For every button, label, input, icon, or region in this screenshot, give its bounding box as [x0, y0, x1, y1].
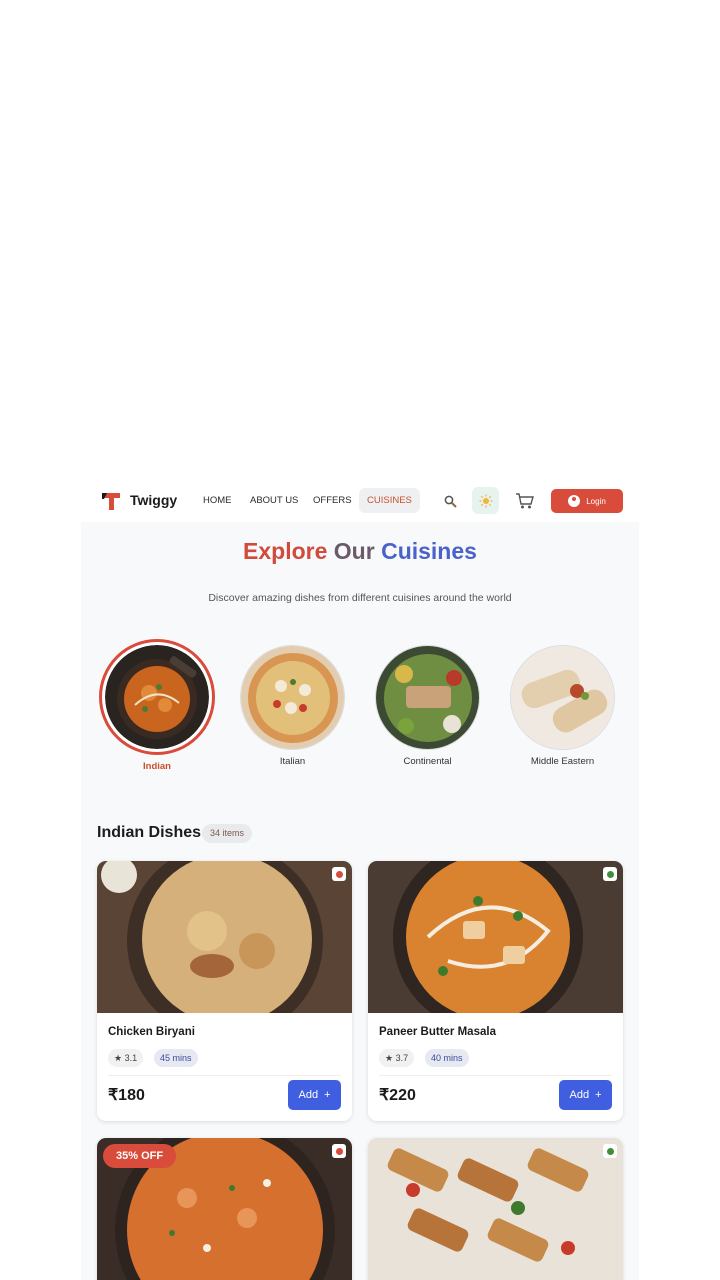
- dish-image: 35% OFF: [97, 1138, 352, 1280]
- dish-image: [97, 861, 352, 1013]
- cuisine-label: Indian: [143, 761, 171, 772]
- delivery-time-badge: 40 mins: [425, 1049, 469, 1067]
- offer-badge: 35% OFF: [103, 1144, 177, 1168]
- cart-icon[interactable]: [514, 490, 536, 512]
- add-label: Add: [298, 1089, 319, 1101]
- brand-logo-icon[interactable]: [100, 490, 122, 512]
- search-icon[interactable]: [441, 492, 459, 510]
- dish-price: ₹180: [108, 1087, 145, 1104]
- nav-link-about-us[interactable]: ABOUT US: [242, 488, 306, 513]
- dish-image: [368, 861, 623, 1013]
- cuisine-middle-eastern[interactable]: Middle Eastern: [510, 645, 615, 767]
- plus-icon: +: [324, 1089, 331, 1101]
- cuisine-indian-image: [99, 639, 215, 755]
- veg-indicator-icon: [603, 867, 617, 881]
- login-button[interactable]: Login: [551, 489, 623, 513]
- top-navbar: Twiggy HOME ABOUT US OFFERS CUISINES Log…: [81, 480, 639, 522]
- app-frame: Twiggy HOME ABOUT US OFFERS CUISINES Log…: [81, 480, 639, 1280]
- rating-badge: ★ 3.1: [108, 1049, 144, 1067]
- title-word-explore: Explore: [243, 538, 328, 564]
- cuisine-continental[interactable]: Continental: [375, 645, 480, 767]
- page-subtitle: Discover amazing dishes from different c…: [208, 592, 512, 604]
- dish-card[interactable]: 35% OFF: [97, 1138, 352, 1280]
- page-title: Explore Our Cuisines: [81, 538, 639, 565]
- rating-badge: ★ 3.7: [379, 1049, 415, 1067]
- dish-image: [368, 1138, 623, 1280]
- delivery-time-badge: 45 mins: [154, 1049, 198, 1067]
- section-title: Indian Dishes: [97, 824, 202, 841]
- rating-value: 3.1: [124, 1053, 138, 1063]
- dish-card[interactable]: Chicken Biryani ★ 3.1 45 mins ₹180 Add +: [97, 861, 352, 1121]
- nav-link-offers[interactable]: OFFERS: [305, 488, 360, 513]
- dish-card[interactable]: [368, 1138, 623, 1280]
- brand-name[interactable]: Twiggy: [130, 492, 177, 508]
- dish-name: Chicken Biryani: [108, 1026, 195, 1038]
- login-label: Login: [586, 496, 606, 506]
- dish-price: ₹220: [379, 1087, 416, 1104]
- cuisine-italian-image: [240, 645, 345, 750]
- title-word-cuisines: Cuisines: [381, 538, 477, 564]
- sun-icon[interactable]: [472, 487, 499, 514]
- add-to-cart-button[interactable]: Add +: [559, 1080, 612, 1110]
- dish-card[interactable]: Paneer Butter Masala ★ 3.7 40 mins ₹220 …: [368, 861, 623, 1121]
- dish-name: Paneer Butter Masala: [379, 1026, 496, 1038]
- nav-link-cuisines[interactable]: CUISINES: [359, 488, 420, 513]
- add-label: Add: [569, 1089, 590, 1101]
- non-veg-indicator-icon: [332, 1144, 346, 1158]
- cuisine-label: Continental: [403, 756, 452, 767]
- cuisine-indian[interactable]: Indian: [99, 639, 215, 772]
- non-veg-indicator-icon: [332, 867, 346, 881]
- plus-icon: +: [595, 1089, 602, 1101]
- cuisine-middle-eastern-image: [510, 645, 615, 750]
- user-icon: [568, 495, 581, 507]
- cuisine-label: Italian: [279, 756, 306, 767]
- title-word-our: Our: [333, 538, 375, 564]
- rating-value: 3.7: [395, 1053, 409, 1063]
- add-to-cart-button[interactable]: Add +: [288, 1080, 341, 1110]
- cuisine-italian[interactable]: Italian: [240, 645, 345, 767]
- nav-link-home[interactable]: HOME: [195, 488, 240, 513]
- items-count-badge: 34 items: [202, 824, 253, 843]
- veg-indicator-icon: [603, 1144, 617, 1158]
- card-divider: [379, 1075, 612, 1076]
- cuisine-label: Middle Eastern: [530, 756, 595, 767]
- card-divider: [108, 1075, 341, 1076]
- cuisine-continental-image: [375, 645, 480, 750]
